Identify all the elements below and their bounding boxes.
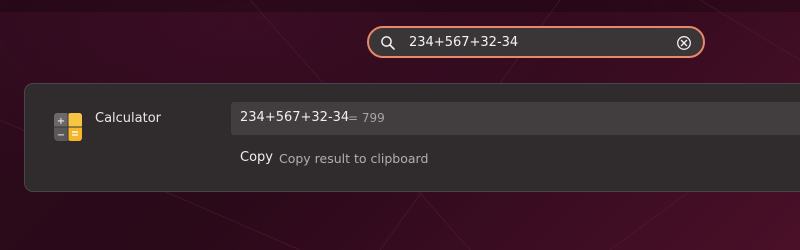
svg-text:−: − (57, 130, 65, 141)
search-input[interactable] (409, 32, 669, 52)
top-bar (0, 0, 800, 12)
clear-icon[interactable] (676, 35, 692, 51)
svg-text:+: + (57, 116, 65, 127)
search-results-panel: + − Calculator 234+567+32-34 = 799 Copy … (24, 83, 800, 192)
result-item-calculation[interactable]: 234+567+32-34 = 799 (231, 102, 800, 135)
copy-title: Copy (240, 150, 273, 165)
result-expression: 234+567+32-34 (240, 110, 350, 125)
search-icon (381, 36, 395, 50)
calculator-icon: + − (54, 113, 82, 141)
copy-description: Copy result to clipboard (279, 151, 429, 166)
result-item-copy[interactable]: Copy Copy result to clipboard (231, 144, 531, 172)
search-entry[interactable] (367, 26, 705, 58)
provider-name: Calculator (95, 111, 162, 126)
result-answer: = 799 (348, 111, 385, 125)
provider-calculator[interactable]: + − Calculator (25, 84, 215, 191)
